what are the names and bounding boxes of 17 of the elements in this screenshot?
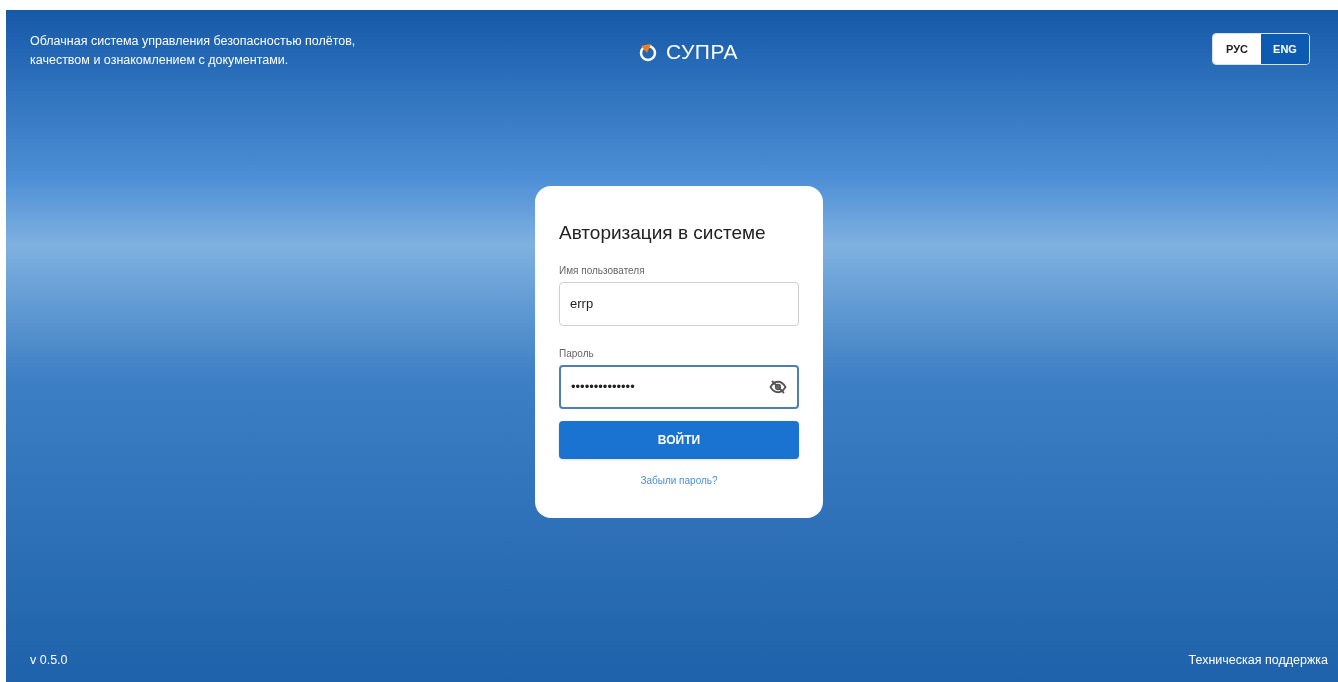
logo-text: СУПРА	[665, 39, 739, 65]
field-label: Имя пользователя	[559, 263, 646, 278]
password-field[interactable]: ••••••••••••••	[559, 364, 799, 409]
version-label: v 0.5.0	[30, 652, 68, 670]
tagline: Облачная система управления безопасностью полётов, качеством и ознакомлением с документами.	[30, 33, 357, 69]
logo-icon	[637, 41, 658, 62]
support-link[interactable]: Техническая поддержка	[1188, 651, 1328, 670]
field-label: Пароль	[559, 346, 595, 361]
eye-off-icon[interactable]	[769, 377, 787, 396]
username-field[interactable]: errp	[559, 281, 799, 326]
forgot-password-link[interactable]: Забыли пароль?	[640, 472, 718, 488]
field-value: ••••••••••••••	[571, 377, 636, 396]
login-title: Авторизация в системе	[559, 221, 767, 245]
language-option[interactable]: ENG	[1261, 34, 1309, 64]
language-option[interactable]: РУС	[1213, 34, 1261, 64]
login-button[interactable]: ВОЙТИ	[559, 420, 799, 459]
field-value: errp	[570, 294, 595, 313]
